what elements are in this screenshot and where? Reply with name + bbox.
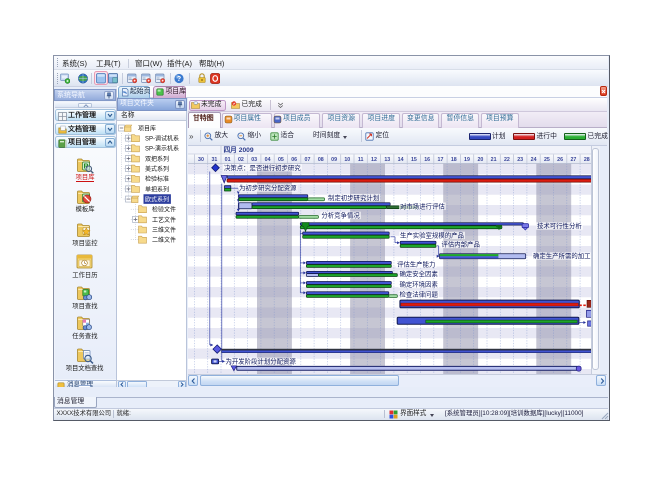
svg-text:工艺文件: 工艺文件 <box>152 216 176 224</box>
svg-text:评估内部产品: 评估内部产品 <box>441 239 479 248</box>
svg-text:二维文件: 二维文件 <box>152 236 176 244</box>
svg-text:08: 08 <box>317 156 323 162</box>
svg-text:单把系列: 单把系列 <box>145 185 169 193</box>
svg-text:20: 20 <box>477 156 483 162</box>
svg-text:对市场进行评估: 对市场进行评估 <box>400 201 445 210</box>
svg-text:13: 13 <box>384 156 390 162</box>
svg-text:确定生产所需的加工: 确定生产所需的加工 <box>533 251 591 260</box>
svg-text:制定初步研究计划: 制定初步研究计划 <box>328 192 379 201</box>
svg-text:三维文件: 三维文件 <box>152 226 176 234</box>
svg-text:15: 15 <box>410 156 416 162</box>
svg-text:生产实验室规模的产品: 生产实验室规模的产品 <box>400 230 464 239</box>
svg-text:检验文件: 检验文件 <box>152 206 176 214</box>
svg-text:16: 16 <box>424 156 430 162</box>
svg-text:为初步研究分配资源: 为初步研究分配资源 <box>239 183 297 192</box>
svg-text:分析竞争情况: 分析竞争情况 <box>321 210 360 219</box>
svg-text:SP-演示机系: SP-演示机系 <box>145 145 179 153</box>
svg-text:26: 26 <box>557 156 563 162</box>
svg-text:17: 17 <box>437 156 443 162</box>
svg-text:21: 21 <box>490 156 496 162</box>
svg-text:评估生产能力: 评估生产能力 <box>397 259 435 268</box>
svg-text:07: 07 <box>304 156 310 162</box>
svg-text:10: 10 <box>344 156 350 162</box>
svg-text:技术可行性分析: 技术可行性分析 <box>537 221 582 230</box>
svg-text:欧式系列: 欧式系列 <box>145 195 169 203</box>
svg-text:09: 09 <box>331 156 337 162</box>
svg-text:决策点：是否进行初步研究: 决策点：是否进行初步研究 <box>224 162 301 171</box>
svg-text:?: ? <box>177 76 181 83</box>
svg-text:03: 03 <box>251 156 257 162</box>
svg-text:为开发阶段计划分配资源: 为开发阶段计划分配资源 <box>225 356 296 365</box>
svg-text:四月 2009: 四月 2009 <box>223 146 253 154</box>
svg-text:28: 28 <box>583 156 589 162</box>
svg-text:12: 12 <box>371 156 377 162</box>
svg-text:检查法律问题: 检查法律问题 <box>399 289 438 298</box>
svg-text:02: 02 <box>237 156 243 162</box>
svg-text:27: 27 <box>570 156 576 162</box>
svg-text:04: 04 <box>264 156 270 162</box>
svg-text:30: 30 <box>198 156 204 162</box>
svg-text:检验标准: 检验标准 <box>145 175 169 183</box>
svg-text:项目库: 项目库 <box>138 124 156 132</box>
svg-text:确定环境因素: 确定环境因素 <box>399 279 438 288</box>
svg-text:双把系列: 双把系列 <box>145 155 169 163</box>
svg-text:美式系列: 美式系列 <box>145 165 169 173</box>
svg-text:24: 24 <box>530 156 536 162</box>
svg-text:23: 23 <box>517 156 523 162</box>
svg-text:31: 31 <box>211 156 217 162</box>
svg-text:确定安全因素: 确定安全因素 <box>399 269 438 278</box>
svg-text:05: 05 <box>277 156 283 162</box>
svg-text:SP-调试机系: SP-调试机系 <box>145 135 179 143</box>
svg-text:11: 11 <box>357 156 363 162</box>
svg-text:25: 25 <box>543 156 549 162</box>
svg-text:22: 22 <box>503 156 509 162</box>
svg-text:14: 14 <box>397 156 403 162</box>
svg-text:18: 18 <box>450 156 456 162</box>
svg-text:01: 01 <box>224 156 230 162</box>
svg-text:06: 06 <box>291 156 297 162</box>
svg-text:19: 19 <box>464 156 470 162</box>
